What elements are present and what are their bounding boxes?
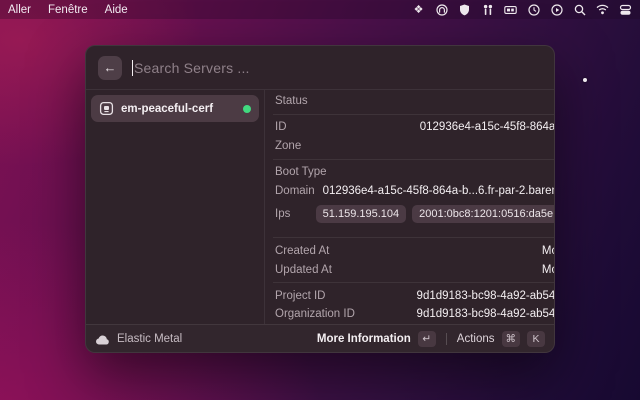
ip-chip-list: 51.159.195.104 2001:0bc8:1201:0516:da5e:… bbox=[316, 205, 555, 223]
account-stack-icon[interactable] bbox=[619, 3, 632, 16]
keyboard-card-icon[interactable] bbox=[504, 3, 517, 16]
domain-label: Domain bbox=[275, 185, 315, 197]
ipv4-chip[interactable]: 51.159.195.104 bbox=[316, 205, 406, 223]
launcher-window: ← Search Servers ... em-peaceful-cerf St… bbox=[85, 45, 555, 353]
organization-id-value: 9d1d9183-bc98-4a92-ab54-be5ef9ada957 bbox=[417, 308, 555, 320]
project-id-value: 9d1d9183-bc98-4a92-ab54-be5ef9ada957 bbox=[417, 290, 555, 302]
screen-record-icon[interactable] bbox=[550, 3, 563, 16]
launcher-icon[interactable]: ❖ bbox=[412, 3, 425, 16]
id-value: 012936e4-a15c-45f8-864a-b772dfa09376 bbox=[420, 121, 555, 133]
return-key-icon: ↵ bbox=[418, 331, 436, 347]
window-footer: Elastic Metal More Information ↵ Actions… bbox=[86, 324, 554, 352]
menubar-tray: ❖ bbox=[412, 3, 632, 16]
project-id-label: Project ID bbox=[275, 290, 326, 302]
text-caret bbox=[132, 60, 133, 76]
detail-row-project-id: Project ID 9d1d9183-bc98-4a92-ab54-be5ef… bbox=[275, 286, 555, 305]
divider bbox=[273, 114, 555, 115]
search-header: ← Search Servers ... bbox=[86, 46, 554, 90]
wifi-icon[interactable] bbox=[596, 3, 609, 16]
domain-value: 012936e4-a15c-45f8-864a-b...6.fr-par-2.b… bbox=[323, 185, 555, 197]
detail-row-zone: Zone fr-par-2 bbox=[275, 137, 555, 156]
organization-id-label: Organization ID bbox=[275, 308, 355, 320]
app-label: Elastic Metal bbox=[117, 333, 182, 345]
detail-row-updated-at: Updated At Mon Dec 26 2022 bbox=[275, 260, 555, 279]
created-at-value: Mon Dec 26 2022 bbox=[542, 245, 555, 257]
server-status-dot bbox=[243, 105, 251, 113]
privacy-mask-icon[interactable] bbox=[435, 3, 448, 16]
command-key-icon: ⌘ bbox=[502, 331, 521, 347]
server-list: em-peaceful-cerf bbox=[86, 90, 265, 324]
detail-row-ips: Ips 51.159.195.104 2001:0bc8:1201:0516:d… bbox=[275, 201, 555, 228]
server-list-item[interactable]: em-peaceful-cerf bbox=[91, 95, 259, 122]
search-icon[interactable] bbox=[573, 3, 586, 16]
zone-label: Zone bbox=[275, 140, 301, 152]
mouse-cursor bbox=[583, 78, 587, 82]
k-key-icon: K bbox=[527, 331, 545, 347]
peripherals-icon[interactable] bbox=[481, 3, 494, 16]
menubar-menus: Aller Fenêtre Aide bbox=[8, 4, 128, 16]
ipv6-chip[interactable]: 2001:0bc8:1201:0516:da5e:d3ff:fe6c:75bb bbox=[412, 205, 555, 223]
server-details: Status ready ID 012936e4-a15c-45f8-864a-… bbox=[265, 90, 555, 324]
search-placeholder: Search Servers ... bbox=[134, 60, 250, 76]
back-button[interactable]: ← bbox=[98, 56, 122, 80]
divider bbox=[273, 282, 555, 283]
status-label: Status bbox=[275, 95, 308, 107]
detail-row-id: ID 012936e4-a15c-45f8-864a-b772dfa09376 bbox=[275, 118, 555, 137]
server-icon bbox=[99, 101, 114, 116]
menubar: Aller Fenêtre Aide ❖ bbox=[0, 0, 640, 19]
detail-row-organization-id: Organization ID 9d1d9183-bc98-4a92-ab54-… bbox=[275, 305, 555, 324]
divider bbox=[273, 237, 555, 238]
updated-at-value: Mon Dec 26 2022 bbox=[542, 264, 555, 276]
shield-icon[interactable] bbox=[458, 3, 471, 16]
clock-icon[interactable] bbox=[527, 3, 540, 16]
divider bbox=[273, 159, 555, 160]
created-at-label: Created At bbox=[275, 245, 329, 257]
boot-type-label: Boot Type bbox=[275, 166, 327, 178]
more-information-button[interactable]: More Information bbox=[317, 333, 411, 345]
footer-divider bbox=[446, 333, 447, 345]
menu-fenetre[interactable]: Fenêtre bbox=[48, 4, 88, 16]
search-input[interactable]: Search Servers ... bbox=[132, 60, 542, 76]
server-name: em-peaceful-cerf bbox=[121, 103, 236, 115]
id-label: ID bbox=[275, 121, 287, 133]
updated-at-label: Updated At bbox=[275, 264, 332, 276]
ips-label: Ips bbox=[275, 208, 290, 220]
detail-row-domain: Domain 012936e4-a15c-45f8-864a-b...6.fr-… bbox=[275, 182, 555, 201]
detail-row-created-at: Created At Mon Dec 26 2022 bbox=[275, 241, 555, 260]
menu-aller[interactable]: Aller bbox=[8, 4, 31, 16]
elastic-metal-logo-icon bbox=[95, 333, 110, 345]
detail-row-status: Status ready bbox=[275, 92, 555, 111]
menu-aide[interactable]: Aide bbox=[105, 4, 128, 16]
actions-button[interactable]: Actions bbox=[457, 333, 495, 345]
detail-row-boot-type: Boot Type normal bbox=[275, 163, 555, 182]
